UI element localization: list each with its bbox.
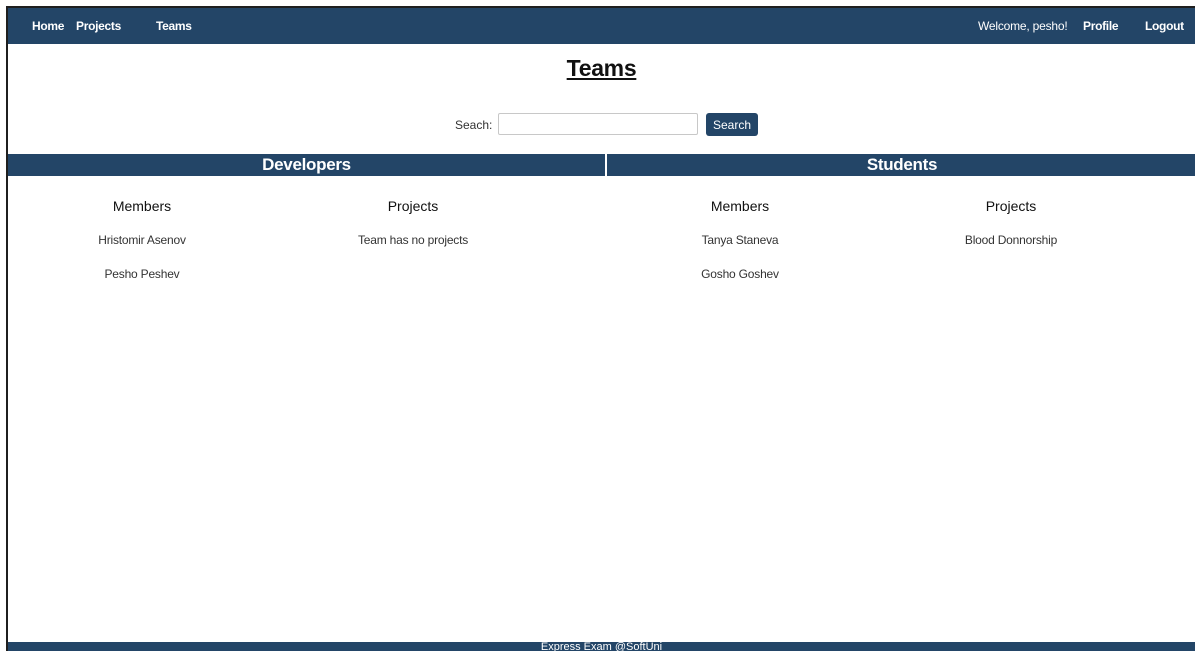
navbar: Home Projects Teams Welcome, pesho! Prof… — [8, 8, 1195, 44]
app-frame: Home Projects Teams Welcome, pesho! Prof… — [6, 6, 1195, 651]
team-developers-member: Hristomir Asenov — [98, 233, 186, 247]
team-developers-project: Team has no projects — [357, 233, 469, 247]
search-input[interactable] — [498, 113, 698, 135]
team-students-member: Tanya Staneva — [701, 233, 779, 247]
nav-projects-link[interactable]: Projects — [76, 19, 121, 33]
team-developers-projects-heading: Projects — [387, 198, 439, 214]
search-button[interactable]: Search — [706, 113, 758, 136]
search-label: Seach: — [455, 118, 493, 132]
team-students-projects-heading: Projects — [985, 198, 1037, 214]
team-students-member: Gosho Goshev — [701, 267, 779, 281]
nav-teams-link[interactable]: Teams — [156, 19, 192, 33]
page-title: Teams — [566, 55, 637, 81]
footer: Express Exam @SoftUni — [8, 642, 1195, 651]
team-header-developers: Developers — [8, 154, 605, 176]
nav-home-link[interactable]: Home — [32, 19, 64, 33]
nav-logout-link[interactable]: Logout — [1145, 19, 1184, 33]
team-students-project: Blood Donnorship — [964, 233, 1058, 247]
team-students-members-heading: Members — [710, 198, 770, 214]
search-form: Seach: Search — [8, 113, 1195, 137]
team-developers-member: Pesho Peshev — [104, 267, 180, 281]
nav-profile-link[interactable]: Profile — [1083, 19, 1119, 33]
team-header-students: Students — [607, 154, 1195, 176]
welcome-message: Welcome, pesho! — [978, 19, 1068, 33]
team-developers-members-heading: Members — [112, 198, 172, 214]
